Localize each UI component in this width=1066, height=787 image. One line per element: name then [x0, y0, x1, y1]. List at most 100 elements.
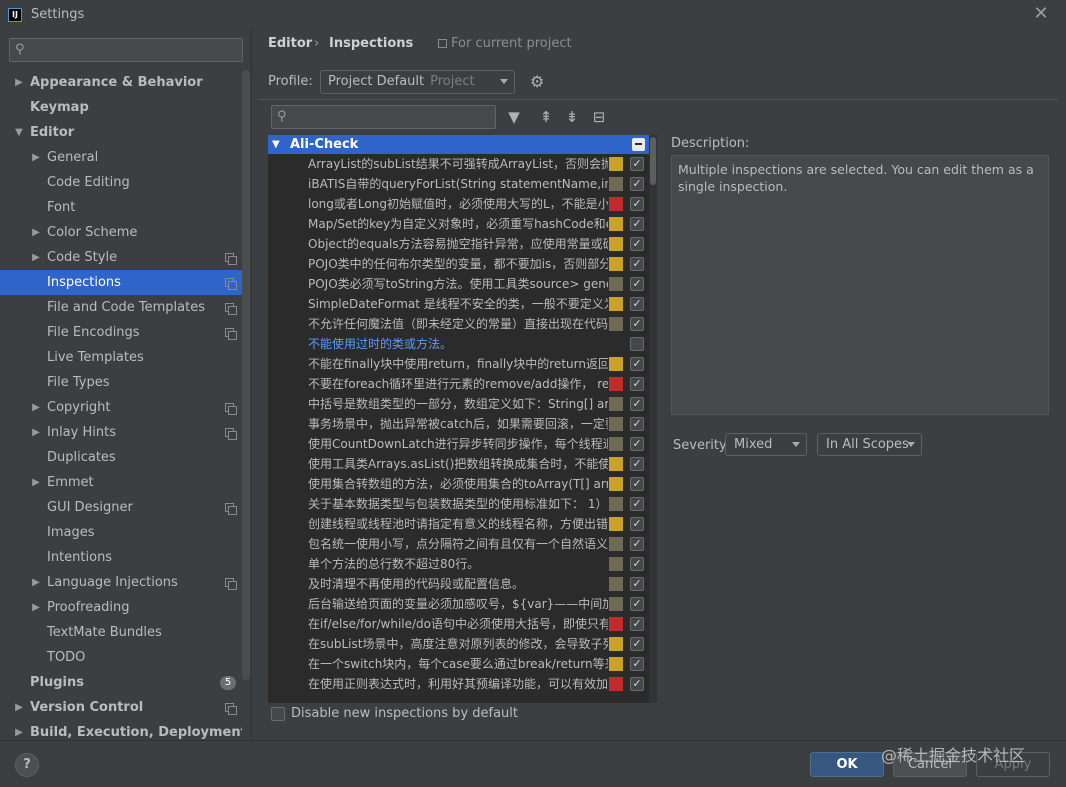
sidebar-item[interactable]: ▶ Emmet [0, 470, 242, 495]
inspection-checkbox[interactable]: ✓ [630, 497, 644, 511]
settings-search-input[interactable]: ⚲ [9, 38, 243, 62]
sidebar-item[interactable]: Keymap [0, 95, 242, 120]
inspection-row[interactable]: 关于基本数据类型与包装数据类型的使用标准如下： 1） ✓ [268, 494, 649, 514]
inspection-checkbox[interactable]: ✓ [630, 657, 644, 671]
inspection-row[interactable]: 不要在foreach循环里进行元素的remove/add操作， rem ✓ [268, 374, 649, 394]
sidebar-item[interactable]: ▶ Language Injections [0, 570, 242, 595]
inspection-row[interactable]: 在if/else/for/while/do语句中必须使用大括号，即使只有 ✓ [268, 614, 649, 634]
sidebar-item[interactable]: File and Code Templates [0, 295, 242, 320]
inspection-row[interactable]: 单个方法的总行数不超过80行。 ✓ [268, 554, 649, 574]
chevron-right-icon[interactable]: ▶ [30, 245, 42, 270]
ok-button[interactable]: OK [810, 752, 884, 777]
inspection-row[interactable]: POJO类中的任何布尔类型的变量，都不要加is，否则部分 ✓ [268, 254, 649, 274]
inspection-row[interactable]: 在使用正则表达式时，利用好其预编译功能，可以有效加 ✓ [268, 674, 649, 694]
inspection-checkbox[interactable]: ✓ [630, 537, 644, 551]
chevron-right-icon[interactable]: ▶ [13, 70, 25, 95]
inspection-row[interactable]: 创建线程或线程池时请指定有意义的线程名称，方便出错 ✓ [268, 514, 649, 534]
filter-icon[interactable]: ▼ [505, 108, 523, 126]
inspection-checkbox[interactable]: ✓ [630, 597, 644, 611]
sidebar-item[interactable]: Live Templates [0, 345, 242, 370]
inspection-checkbox[interactable]: ✓ [630, 617, 644, 631]
group-row-ali-check[interactable]: ▼ Ali-Check [268, 135, 649, 154]
close-icon[interactable]: ✕ [1032, 4, 1050, 24]
inspection-row[interactable]: iBATIS自带的queryForList(String statementNa… [268, 174, 649, 194]
inspection-checkbox[interactable]: ✓ [630, 257, 644, 271]
inspection-checkbox[interactable]: ✓ [630, 377, 644, 391]
scrollbar-thumb[interactable] [650, 137, 656, 185]
inspection-row[interactable]: 在subList场景中，高度注意对原列表的修改，会导致子列 ✓ [268, 634, 649, 654]
inspection-row[interactable]: SimpleDateFormat 是线程不安全的类，一般不要定义为 ✓ [268, 294, 649, 314]
inspection-checkbox[interactable]: ✓ [630, 217, 644, 231]
gear-icon[interactable]: ⚙ [530, 74, 546, 90]
inspection-checkbox[interactable]: ✓ [630, 397, 644, 411]
sidebar-item[interactable]: Plugins 5 [0, 670, 242, 695]
sidebar-item[interactable]: ▶ Code Style [0, 245, 242, 270]
chevron-right-icon[interactable]: ▶ [30, 220, 42, 245]
chevron-right-icon[interactable]: ▶ [30, 595, 42, 620]
inspection-checkbox[interactable]: ✓ [630, 277, 644, 291]
sidebar-item[interactable]: TODO [0, 645, 242, 670]
inspection-row[interactable]: 使用工具类Arrays.asList()把数组转换成集合时，不能使用 ✓ [268, 454, 649, 474]
chevron-down-icon[interactable]: ▼ [272, 135, 280, 154]
inspection-checkbox[interactable]: ✓ [630, 357, 644, 371]
inspection-checkbox[interactable]: ✓ [630, 517, 644, 531]
sidebar-item[interactable]: TextMate Bundles [0, 620, 242, 645]
inspection-checkbox[interactable]: ✓ [630, 297, 644, 311]
inspection-row[interactable]: 使用集合转数组的方法，必须使用集合的toArray(T[] arra ✓ [268, 474, 649, 494]
sidebar-item[interactable]: Code Editing [0, 170, 242, 195]
severity-dropdown[interactable]: Mixed [725, 433, 807, 456]
collapse-all-icon[interactable]: ⇟ [563, 108, 581, 126]
inspections-search-input[interactable]: ⚲ [271, 105, 496, 129]
sidebar-item[interactable]: ▶ Appearance & Behavior [0, 70, 242, 95]
sidebar-item[interactable]: Font [0, 195, 242, 220]
chevron-right-icon[interactable]: ▶ [30, 395, 42, 420]
inspection-row[interactable]: Map/Set的key为自定义对象时，必须重写hashCode和e ✓ [268, 214, 649, 234]
sidebar-item[interactable]: ▶ Proofreading [0, 595, 242, 620]
chevron-right-icon[interactable]: ▶ [13, 720, 25, 740]
breadcrumb-editor[interactable]: Editor [268, 36, 312, 51]
sidebar-item[interactable]: GUI Designer [0, 495, 242, 520]
inspection-checkbox[interactable]: ✓ [630, 637, 644, 651]
inspection-row[interactable]: 使用CountDownLatch进行异步转同步操作，每个线程退 ✓ [268, 434, 649, 454]
inspection-checkbox[interactable]: ✓ [630, 457, 644, 471]
sidebar-item[interactable]: Inspections [0, 270, 242, 295]
inspection-checkbox[interactable]: ✓ [630, 557, 644, 571]
profile-dropdown[interactable]: Project Default Project [320, 70, 515, 94]
sidebar-item[interactable]: ▼ Editor [0, 120, 242, 145]
chevron-right-icon[interactable]: ▶ [30, 420, 42, 445]
sidebar-item[interactable]: ▶ Copyright [0, 395, 242, 420]
sidebar-item[interactable]: ▶ Inlay Hints [0, 420, 242, 445]
chevron-right-icon[interactable]: ▶ [13, 695, 25, 720]
inspection-row[interactable]: 不能在finally块中使用return，finally块中的return返回后… [268, 354, 649, 374]
chevron-right-icon[interactable]: ▶ [30, 570, 42, 595]
sidebar-item[interactable]: File Types [0, 370, 242, 395]
inspection-checkbox[interactable]: ✓ [630, 177, 644, 191]
inspection-checkbox[interactable]: ✓ [630, 417, 644, 431]
chevron-right-icon[interactable]: ▶ [30, 470, 42, 495]
group-mixed-checkbox[interactable] [632, 138, 645, 151]
inspection-checkbox[interactable]: ✓ [630, 577, 644, 591]
sidebar-item[interactable]: Intentions [0, 545, 242, 570]
inspection-row[interactable]: long或者Long初始赋值时，必须使用大写的L，不能是小 ✓ [268, 194, 649, 214]
inspection-row[interactable]: ArrayList的subList结果不可强转成ArrayList，否则会抛出 ✓ [268, 154, 649, 174]
chevron-down-icon[interactable]: ▼ [13, 120, 25, 145]
sidebar-item[interactable]: ▶ Color Scheme [0, 220, 242, 245]
inspection-row[interactable]: 包名统一使用小写，点分隔符之间有且仅有一个自然语义 ✓ [268, 534, 649, 554]
sidebar-item[interactable]: File Encodings [0, 320, 242, 345]
inspection-row[interactable]: 在一个switch块内，每个case要么通过break/return等来 ✓ [268, 654, 649, 674]
chevron-right-icon[interactable]: ▶ [30, 145, 42, 170]
inspection-checkbox[interactable] [630, 337, 644, 351]
disable-new-checkbox[interactable] [271, 707, 285, 721]
inspection-row[interactable]: 不允许任何魔法值（即未经定义的常量）直接出现在代码 ✓ [268, 314, 649, 334]
help-button[interactable]: ? [15, 753, 39, 777]
sidebar-item[interactable]: ▶ Build, Execution, Deployment [0, 720, 242, 740]
inspection-checkbox[interactable]: ✓ [630, 197, 644, 211]
inspections-scrollbar[interactable] [649, 135, 657, 703]
inspection-checkbox[interactable]: ✓ [630, 677, 644, 691]
inspection-checkbox[interactable]: ✓ [630, 157, 644, 171]
inspection-row[interactable]: Object的equals方法容易抛空指针异常，应使用常量或确 ✓ [268, 234, 649, 254]
expand-all-icon[interactable]: ⇞ [537, 108, 555, 126]
sidebar-item[interactable]: Images [0, 520, 242, 545]
inspection-row[interactable]: 事务场景中，抛出异常被catch后，如果需要回滚，一定要 ✓ [268, 414, 649, 434]
inspection-row[interactable]: POJO类必须写toString方法。使用工具类source> gene ✓ [268, 274, 649, 294]
